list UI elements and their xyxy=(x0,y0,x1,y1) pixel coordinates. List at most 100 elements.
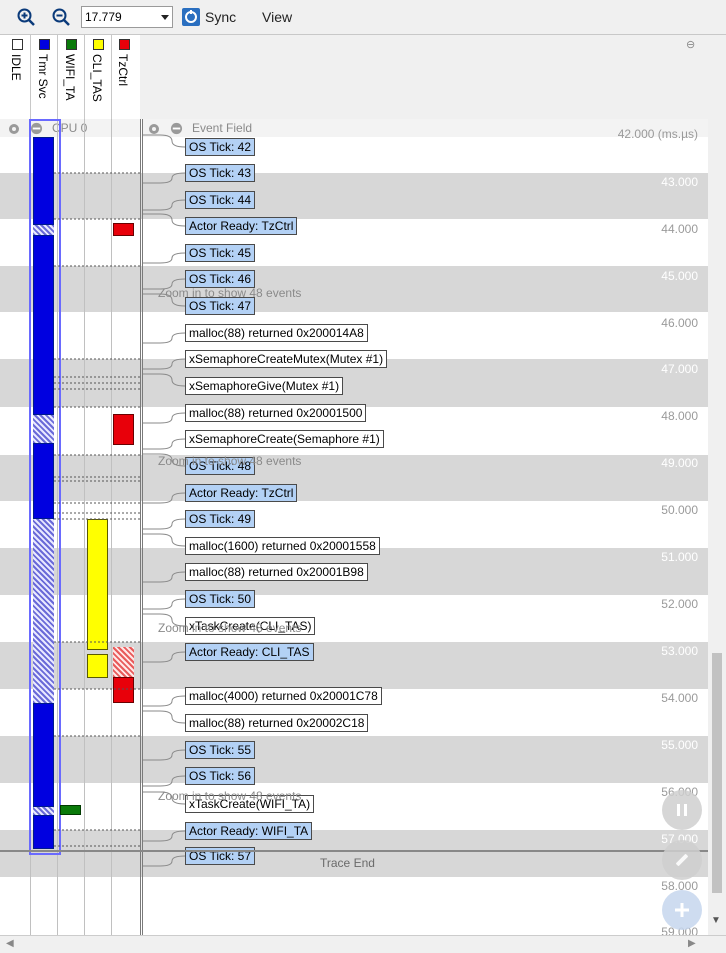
event-connector xyxy=(143,332,186,344)
trace-end-line xyxy=(0,850,708,852)
settings-button[interactable] xyxy=(662,840,702,880)
time-tick-label: 43.000 xyxy=(661,175,698,189)
add-button[interactable] xyxy=(662,890,702,930)
legend-color-box xyxy=(119,39,130,50)
zoom-level-select[interactable]: 17.779 xyxy=(81,6,173,28)
event-connector xyxy=(143,598,186,610)
legend-item-idle[interactable]: IDLE xyxy=(6,38,28,118)
event-label[interactable]: malloc(88) returned 0x200014A8 xyxy=(185,324,368,342)
event-label[interactable]: Actor Ready: TzCtrl xyxy=(185,484,298,502)
legend-item-tzctrl[interactable]: TzCtrl xyxy=(113,38,135,118)
legend-label: CLI_TAS xyxy=(90,54,104,102)
event-connector xyxy=(143,252,186,264)
event-label[interactable]: malloc(1600) returned 0x20001558 xyxy=(185,537,380,555)
event-connector xyxy=(143,134,186,148)
time-tick-label: 50.000 xyxy=(661,503,698,517)
event-label[interactable]: OS Tick: 50 xyxy=(185,590,256,608)
event-label[interactable]: OS Tick: 56 xyxy=(185,767,256,785)
event-connector xyxy=(143,775,186,787)
legend-item-tmr-svc[interactable]: Tmr Svc xyxy=(33,38,55,118)
event-connector xyxy=(143,373,186,387)
event-label[interactable]: OS Tick: 44 xyxy=(185,191,256,209)
collapse-icon[interactable]: ⊖ xyxy=(686,38,695,51)
legend-color-box xyxy=(93,39,104,50)
zoom-in-icon[interactable] xyxy=(17,8,35,26)
time-tick-label: 49.000 xyxy=(661,456,698,470)
vertical-scroll-thumb[interactable] xyxy=(712,653,722,893)
pause-button[interactable] xyxy=(662,790,702,830)
event-label[interactable]: xSemaphoreGive(Mutex #1) xyxy=(185,377,344,395)
event-connector xyxy=(143,199,186,211)
legend-item-wifi-ta[interactable]: WIFI_TA xyxy=(60,38,82,118)
event-label[interactable]: OS Tick: 49 xyxy=(185,510,256,528)
event-connector xyxy=(143,438,186,450)
event-connector xyxy=(143,855,186,867)
legend-color-box xyxy=(66,39,77,50)
event-label[interactable]: malloc(4000) returned 0x20001C78 xyxy=(185,687,382,705)
event-connector xyxy=(143,830,186,842)
event-connector xyxy=(143,412,186,424)
event-connector xyxy=(143,695,186,707)
event-label[interactable]: malloc(88) returned 0x20002C18 xyxy=(185,714,369,732)
event-connector xyxy=(143,533,186,547)
time-tick-label: 52.000 xyxy=(661,597,698,611)
view-menu[interactable]: View xyxy=(262,9,292,25)
sync-icon xyxy=(182,8,200,26)
event-label[interactable]: malloc(88) returned 0x20001500 xyxy=(185,404,367,422)
time-tick-label: 44.000 xyxy=(661,222,698,236)
trace-end-label: Trace End xyxy=(320,856,375,870)
legend-label: WIFI_TA xyxy=(63,54,77,101)
time-tick-label: 47.000 xyxy=(661,362,698,376)
plus-icon xyxy=(675,903,689,917)
pause-icon xyxy=(677,804,687,816)
horizontal-scrollbar[interactable]: ◀ ▶ xyxy=(0,935,726,953)
time-tick-label: 51.000 xyxy=(661,550,698,564)
event-label[interactable]: malloc(88) returned 0x20001B98 xyxy=(185,563,368,581)
time-tick-label: 53.000 xyxy=(661,644,698,658)
actor-legend: IDLE Tmr Svc WIFI_TA CLI_TAS TzCtrl xyxy=(0,35,140,120)
time-tick-label: 45.000 xyxy=(661,269,698,283)
zoom-level-value: 17.779 xyxy=(85,10,122,24)
event-connector xyxy=(143,571,186,583)
event-connectors xyxy=(54,134,186,867)
trace-view[interactable]: CPU 0 Event Field 42.000 (ms.µs) 43.000 4… xyxy=(0,119,708,935)
event-label[interactable]: Actor Ready: WIFI_TA xyxy=(185,822,313,840)
event-connector xyxy=(143,710,186,724)
event-connector xyxy=(143,492,186,504)
event-connector xyxy=(143,213,186,227)
zoom-hint: Zoom in to show 48 events xyxy=(158,286,302,300)
event-connector xyxy=(143,358,186,370)
legend-item-cli-tas[interactable]: CLI_TAS xyxy=(87,38,109,118)
legend-label: TzCtrl xyxy=(116,54,130,86)
event-label[interactable]: OS Tick: 55 xyxy=(185,741,256,759)
event-label[interactable]: xSemaphoreCreateMutex(Mutex #1) xyxy=(185,350,388,368)
legend-color-box xyxy=(39,39,50,50)
sync-label: Sync xyxy=(205,9,237,25)
time-tick-label: 54.000 xyxy=(661,691,698,705)
legend-label: IDLE xyxy=(9,54,23,81)
time-tick-label: 55.000 xyxy=(661,738,698,752)
time-tick-label: 48.000 xyxy=(661,409,698,423)
wrench-icon xyxy=(676,854,688,866)
scroll-right-icon[interactable]: ▶ xyxy=(688,938,696,949)
time-tick-label: 46.000 xyxy=(661,316,698,330)
zoom-hint: Zoom in to show 48 events xyxy=(158,789,302,803)
chevron-down-icon[interactable] xyxy=(161,15,169,20)
event-connector xyxy=(143,172,186,184)
event-label[interactable]: OS Tick: 45 xyxy=(185,244,256,262)
event-label[interactable]: xSemaphoreCreate(Semaphore #1) xyxy=(185,430,384,448)
zoom-hint: Zoom in to show 48 events xyxy=(158,621,302,635)
scroll-down-icon[interactable]: ▼ xyxy=(711,915,721,926)
event-label[interactable]: OS Tick: 43 xyxy=(185,164,256,182)
legend-color-box xyxy=(12,39,23,50)
event-label[interactable]: OS Tick: 42 xyxy=(185,138,256,156)
zoom-hint: Zoom in to show 48 events xyxy=(158,454,302,468)
vertical-scrollbar[interactable]: ▼ xyxy=(708,35,726,935)
event-label[interactable]: Actor Ready: CLI_TAS xyxy=(185,643,314,661)
event-connector xyxy=(143,651,186,663)
toolbar: 17.779 Sync View xyxy=(0,0,726,35)
scroll-left-icon[interactable]: ◀ xyxy=(6,938,14,949)
event-connector xyxy=(143,518,186,530)
event-label[interactable]: Actor Ready: TzCtrl xyxy=(185,217,298,235)
zoom-out-icon[interactable] xyxy=(52,8,70,26)
